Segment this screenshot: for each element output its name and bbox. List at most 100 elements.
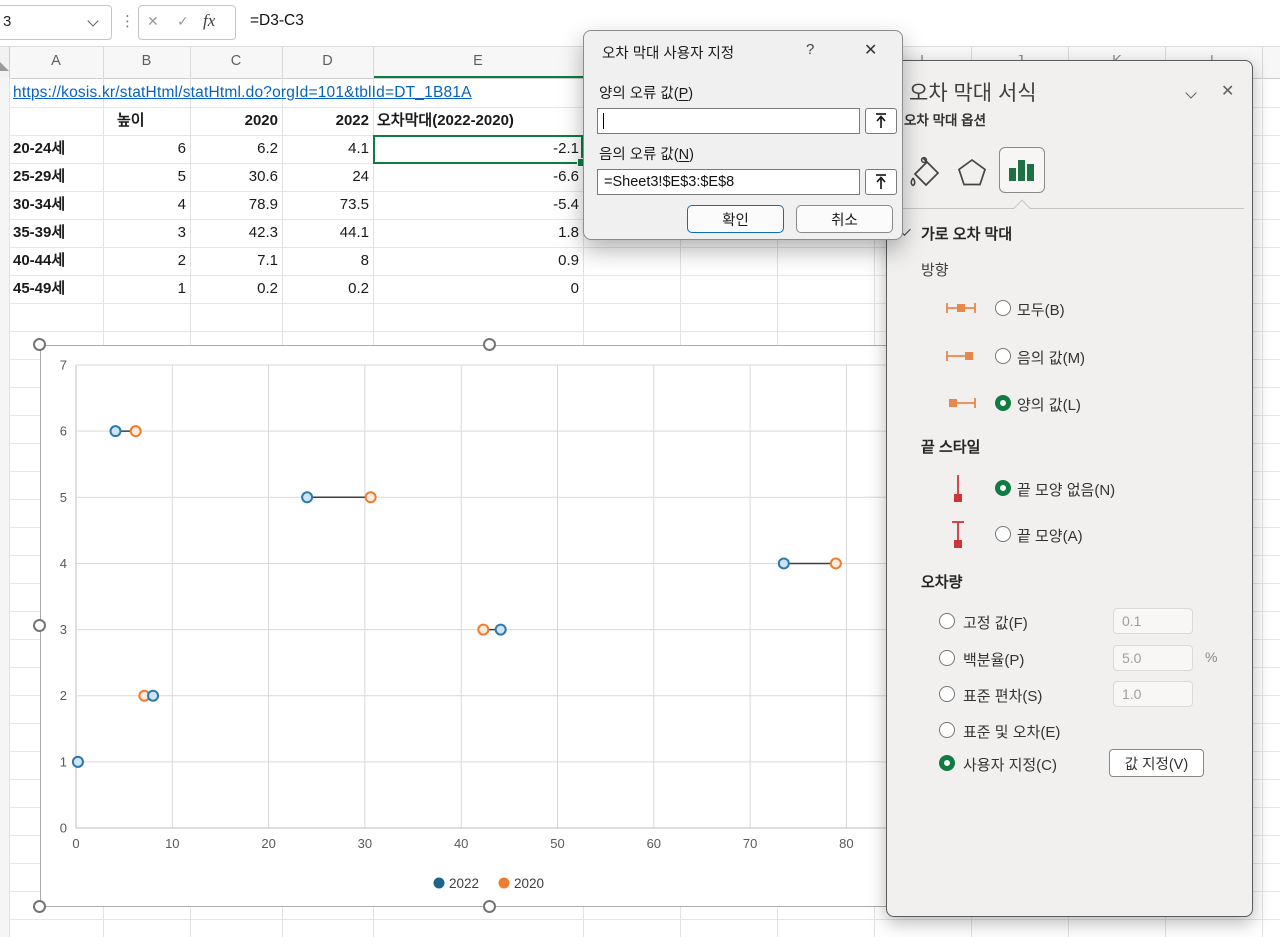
selected-cell-outline[interactable] (373, 135, 586, 167)
percentage-input[interactable] (1113, 645, 1193, 671)
column-header-E[interactable]: E (473, 53, 483, 69)
cell-2022[interactable]: 0.2 (282, 275, 369, 303)
formula-bar-dots-icon[interactable]: ⋮ (120, 12, 135, 30)
data-point-2020[interactable] (364, 491, 377, 504)
header-2022[interactable]: 2022 (282, 107, 369, 135)
cell-hyperlink[interactable]: https://kosis.kr/statHtml/statHtml.do?or… (13, 79, 472, 107)
radio-label-minus[interactable]: 음의 값(M) (1017, 347, 1085, 368)
effects-icon[interactable] (952, 151, 992, 197)
tab-error-bar-options[interactable]: 오차 막대 옵션 (904, 109, 986, 129)
section-horizontal-error-bar[interactable]: 가로 오차 막대 (921, 223, 1012, 244)
name-box[interactable]: 3 (0, 5, 112, 40)
cell-height[interactable]: 3 (103, 219, 186, 247)
radio-direction-minus[interactable] (995, 348, 1011, 364)
chart-resize-handle[interactable] (483, 338, 496, 351)
scatter-chart[interactable]: 0 10 20 30 40 50 60 70 80 0 1 2 3 4 5 6 7 2022 2020 (40, 345, 944, 907)
collapse-range-icon[interactable] (865, 169, 897, 195)
legend-label-2020[interactable]: 2020 (514, 876, 544, 891)
chart-resize-handle[interactable] (483, 900, 496, 913)
header-errorbar[interactable]: 오차막대(2022-2020) (377, 107, 514, 135)
legend-marker-2020[interactable] (498, 877, 510, 889)
data-point-2022[interactable] (777, 557, 790, 570)
radio-fixed-value[interactable] (939, 613, 955, 629)
radio-label-plus[interactable]: 양의 값(L) (1017, 394, 1081, 415)
column-header-C[interactable]: C (231, 53, 241, 69)
cell-2020[interactable]: 30.6 (190, 163, 278, 191)
radio-label-std-error[interactable]: 표준 및 오차(E) (963, 721, 1060, 742)
column-header-B[interactable]: B (142, 53, 152, 69)
cell-height[interactable]: 6 (103, 135, 186, 163)
chart-resize-handle[interactable] (33, 619, 46, 632)
data-point-2022[interactable] (301, 491, 314, 504)
row-label[interactable]: 40-44세 (13, 247, 65, 275)
collapse-range-icon[interactable] (865, 108, 897, 134)
cell-2020[interactable]: 6.2 (190, 135, 278, 163)
cell-height[interactable]: 5 (103, 163, 186, 191)
column-header-D[interactable]: D (322, 53, 332, 69)
chart-resize-handle[interactable] (33, 338, 46, 351)
std-dev-input[interactable] (1113, 681, 1193, 707)
row-label[interactable]: 30-34세 (13, 191, 65, 219)
legend-marker-2022[interactable] (433, 877, 445, 889)
cell-2020[interactable]: 7.1 (190, 247, 278, 275)
pane-collapse-icon[interactable] (1179, 83, 1203, 107)
dialog-close-icon[interactable]: ✕ (864, 40, 877, 60)
radio-label-cap[interactable]: 끝 모양(A) (1017, 525, 1083, 546)
radio-end-nocap[interactable] (995, 480, 1011, 496)
cell-2022[interactable]: 8 (282, 247, 369, 275)
radio-label-std-dev[interactable]: 표준 편차(S) (963, 685, 1042, 706)
insert-function-icon[interactable]: fx (203, 11, 215, 31)
cancel-entry-icon[interactable]: ✕ (147, 13, 159, 30)
data-point-2020[interactable] (129, 425, 142, 438)
name-box-chevron-icon[interactable] (87, 15, 99, 27)
radio-label-percentage[interactable]: 백분율(P) (963, 649, 1024, 670)
row-label[interactable]: 25-29세 (13, 163, 65, 191)
positive-error-input[interactable] (597, 108, 860, 134)
data-point-2020[interactable] (477, 623, 490, 636)
header-height[interactable]: 높이 (117, 107, 145, 135)
cell-errorbar[interactable]: -5.4 (373, 191, 579, 219)
cell-2022[interactable]: 44.1 (282, 219, 369, 247)
row-label[interactable]: 20-24세 (13, 135, 65, 163)
error-bar-options-icon[interactable] (999, 147, 1045, 193)
cell-2022[interactable]: 24 (282, 163, 369, 191)
cell-errorbar[interactable]: 0 (373, 275, 579, 303)
cell-height[interactable]: 1 (103, 275, 186, 303)
column-header-A[interactable]: A (51, 53, 61, 69)
cell-errorbar[interactable]: -6.6 (373, 163, 579, 191)
data-point-2020[interactable] (829, 557, 842, 570)
radio-direction-plus[interactable] (995, 395, 1011, 411)
formula-input[interactable]: =D3-C3 (250, 12, 304, 30)
confirm-entry-icon[interactable]: ✓ (177, 13, 189, 30)
radio-custom[interactable] (939, 755, 955, 771)
select-all-corner[interactable] (0, 46, 10, 78)
pane-close-icon[interactable]: ✕ (1221, 81, 1234, 101)
cell-errorbar[interactable]: 0.9 (373, 247, 579, 275)
radio-label-nocap[interactable]: 끝 모양 없음(N) (1017, 479, 1115, 500)
data-point-2022[interactable] (494, 623, 507, 636)
data-point-2022[interactable] (147, 689, 160, 702)
data-point-2022[interactable] (71, 755, 84, 768)
cell-2022[interactable]: 73.5 (282, 191, 369, 219)
radio-percentage[interactable] (939, 650, 955, 666)
fixed-value-input[interactable] (1113, 608, 1193, 634)
radio-label-fixed[interactable]: 고정 값(F) (963, 612, 1028, 633)
radio-label-both[interactable]: 모두(B) (1017, 299, 1065, 320)
cell-height[interactable]: 4 (103, 191, 186, 219)
specify-value-button[interactable]: 값 지정(V) (1109, 749, 1204, 777)
data-point-2022[interactable] (109, 425, 122, 438)
cancel-button[interactable]: 취소 (796, 205, 893, 233)
negative-error-input[interactable] (597, 169, 860, 195)
dialog-help-icon[interactable]: ? (806, 41, 814, 58)
cell-2020[interactable]: 78.9 (190, 191, 278, 219)
chart-resize-handle[interactable] (33, 900, 46, 913)
row-label[interactable]: 45-49세 (13, 275, 65, 303)
cell-2022[interactable]: 4.1 (282, 135, 369, 163)
radio-std-dev[interactable] (939, 686, 955, 702)
legend-label-2022[interactable]: 2022 (449, 876, 479, 891)
header-2020[interactable]: 2020 (190, 107, 278, 135)
radio-std-error[interactable] (939, 722, 955, 738)
cell-2020[interactable]: 42.3 (190, 219, 278, 247)
ok-button[interactable]: 확인 (687, 205, 784, 233)
radio-direction-both[interactable] (995, 300, 1011, 316)
